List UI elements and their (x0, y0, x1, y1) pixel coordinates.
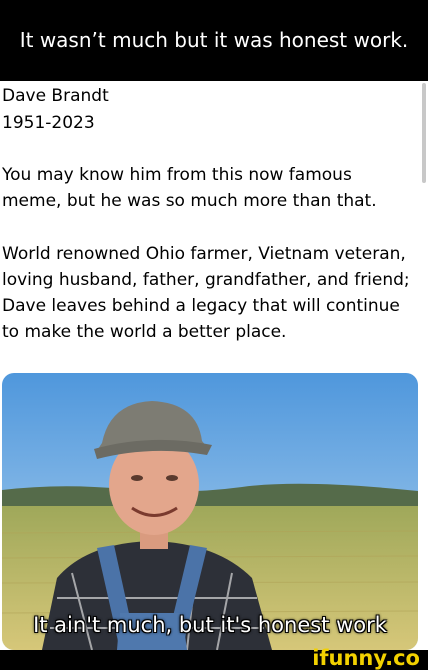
life-years: 1951-2023 (2, 113, 95, 133)
page-title: It wasn’t much but it was honest work. (19, 28, 409, 52)
paragraph-1-line-1: You may know him from this now famous (2, 165, 352, 185)
paragraph-2-line-2: loving husband, father, grandfather, and… (2, 270, 410, 290)
scrollbar[interactable] (422, 83, 426, 183)
farmer-illustration (2, 373, 418, 650)
ifunny-watermark: ifunny.co (312, 646, 420, 670)
person-name: Dave Brandt (2, 86, 109, 106)
meme-photo: It ain't much, but it's honest work (2, 373, 418, 650)
meme-caption: It ain't much, but it's honest work (33, 613, 387, 637)
paragraph-2-line-4: to make the world a better place. (2, 322, 287, 342)
title-bar: It wasn’t much but it was honest work. (0, 0, 428, 81)
paragraph-2-line-3: Dave leaves behind a legacy that will co… (2, 296, 400, 316)
paragraph-2-line-1: World renowned Ohio farmer, Vietnam vete… (2, 244, 406, 264)
paragraph-1-line-2: meme, but he was so much more than that. (2, 191, 377, 211)
